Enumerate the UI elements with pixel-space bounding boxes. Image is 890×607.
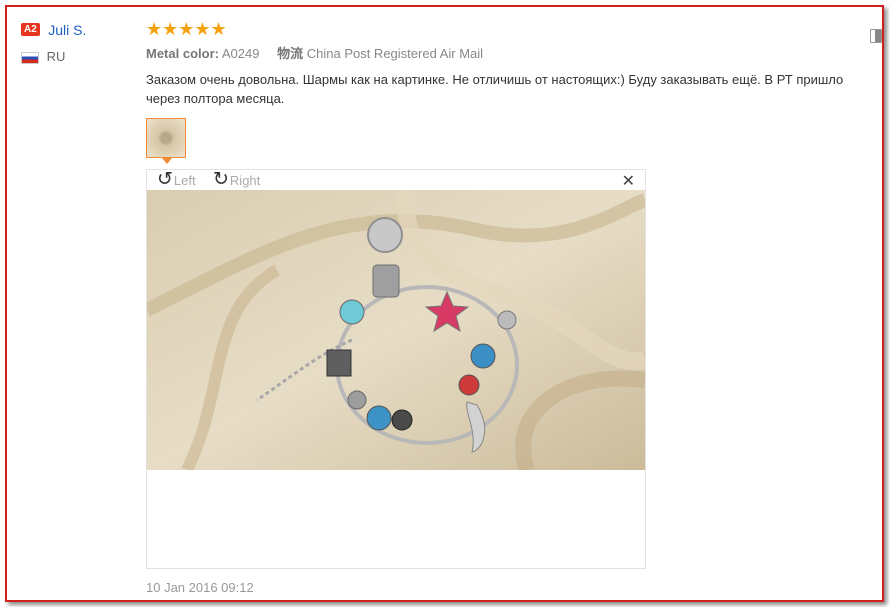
rotate-left-button[interactable]: ↺ Left bbox=[157, 169, 196, 190]
bracelet-photo-image bbox=[147, 190, 645, 470]
rotate-left-label: Left bbox=[173, 172, 196, 188]
metal-color-label: Metal color: bbox=[146, 46, 219, 61]
review-photo bbox=[147, 190, 645, 470]
russia-flag-icon bbox=[21, 51, 39, 64]
review-content: ★★★★★ Metal color: A0249 物流 China Post R… bbox=[146, 19, 881, 595]
close-icon[interactable]: ✕ bbox=[622, 171, 635, 191]
rotate-right-button[interactable]: ↻ Right bbox=[213, 169, 261, 190]
photo-viewer: ↺ Left ↻ Right ✕ bbox=[146, 169, 646, 569]
reviewer-name[interactable]: Juli S. bbox=[48, 22, 86, 38]
order-info: Metal color: A0249 物流 China Post Registe… bbox=[146, 43, 881, 62]
metal-color-value: A0249 bbox=[221, 46, 260, 61]
country-code: RU bbox=[46, 49, 66, 64]
shipping-value: China Post Registered Air Mail bbox=[306, 46, 484, 61]
review-card: A2 Juli S. RU ★★★★★ Metal color: A0249 物… bbox=[5, 5, 884, 602]
thumbnail-pointer bbox=[162, 158, 172, 164]
review-text-line: через полтора месяца. bbox=[146, 91, 285, 106]
reviewer-country: RU bbox=[21, 49, 86, 64]
rotate-left-icon: ↺ bbox=[157, 169, 173, 190]
reviewer-info: A2 Juli S. RU bbox=[21, 21, 86, 64]
star-rating: ★★★★★ bbox=[146, 19, 227, 39]
shipping-label: 物流 bbox=[277, 46, 304, 61]
level-badge: A2 bbox=[21, 23, 40, 37]
review-text-line: Заказом очень довольна. Шармы как на кар… bbox=[146, 72, 844, 87]
rotate-right-icon: ↻ bbox=[213, 169, 229, 190]
photo-thumbnail[interactable] bbox=[146, 118, 186, 164]
review-date: 10 Jan 2016 09:12 bbox=[146, 580, 254, 595]
review-text: Заказом очень довольна. Шармы как на кар… bbox=[146, 70, 881, 108]
rotate-right-label: Right bbox=[229, 172, 261, 188]
viewer-toolbar: ↺ Left ↻ Right ✕ bbox=[147, 170, 645, 190]
